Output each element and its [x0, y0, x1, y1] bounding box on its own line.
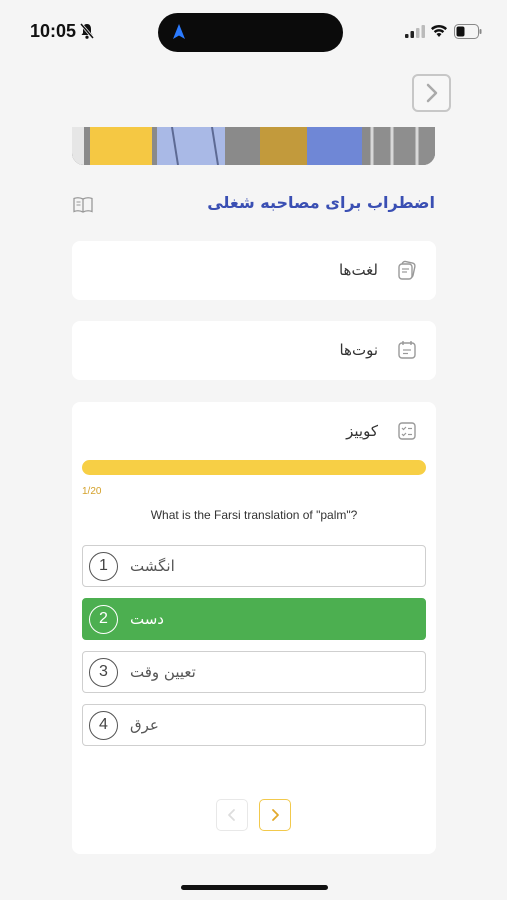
vocab-section-card[interactable]: لغت‌ها — [72, 241, 436, 300]
answer-option-3[interactable]: 3 تعیین وقت — [82, 651, 426, 693]
option-number: 2 — [89, 604, 118, 634]
quiz-question-counter: 1/20 — [82, 486, 102, 497]
answer-option-2[interactable]: 2 دست — [82, 598, 426, 640]
home-indicator[interactable] — [181, 885, 328, 890]
battery-icon — [454, 24, 482, 39]
quiz-question: What is the Farsi translation of "palm"? — [150, 508, 358, 522]
location-arrow-icon — [173, 24, 185, 39]
status-time: 10:05 — [30, 21, 77, 41]
notes-icon — [398, 341, 416, 359]
book-icon[interactable] — [72, 196, 94, 214]
previous-question-button[interactable] — [216, 799, 248, 831]
vocab-card-icon — [398, 260, 416, 280]
chevron-right-icon — [426, 83, 437, 103]
chevron-right-icon — [272, 809, 279, 821]
bell-muted-icon — [79, 23, 95, 39]
quiz-progress-bar — [82, 460, 426, 475]
quiz-section-card: کوییز 1/20 What is the Farsi translation… — [72, 402, 436, 854]
lesson-title: اضطراب برای مصاحبه شغلی — [207, 193, 435, 212]
status-bar: 10:05 — [0, 0, 507, 60]
lesson-banner-image — [72, 127, 435, 165]
cellular-signal-icon — [405, 25, 425, 38]
next-lesson-button[interactable] — [412, 74, 451, 112]
next-question-button[interactable] — [259, 799, 291, 831]
option-number: 1 — [89, 551, 118, 581]
option-text: انگشت — [130, 557, 175, 575]
wifi-icon — [431, 24, 447, 37]
notes-section-label: نوت‌ها — [339, 341, 378, 359]
quiz-checklist-icon — [398, 422, 416, 440]
option-text: تعیین وقت — [130, 663, 196, 681]
answer-option-4[interactable]: 4 عرق — [82, 704, 426, 746]
vocab-section-label: لغت‌ها — [338, 261, 378, 279]
dynamic-island — [158, 13, 343, 52]
option-number: 4 — [89, 710, 118, 740]
option-text: دست — [130, 610, 164, 628]
answer-option-1[interactable]: 1 انگشت — [82, 545, 426, 587]
notes-section-card[interactable]: نوت‌ها — [72, 321, 436, 380]
option-text: عرق — [130, 716, 159, 734]
option-number: 3 — [89, 657, 118, 687]
quiz-section-label: کوییز — [346, 422, 378, 440]
chevron-left-icon — [228, 809, 235, 821]
